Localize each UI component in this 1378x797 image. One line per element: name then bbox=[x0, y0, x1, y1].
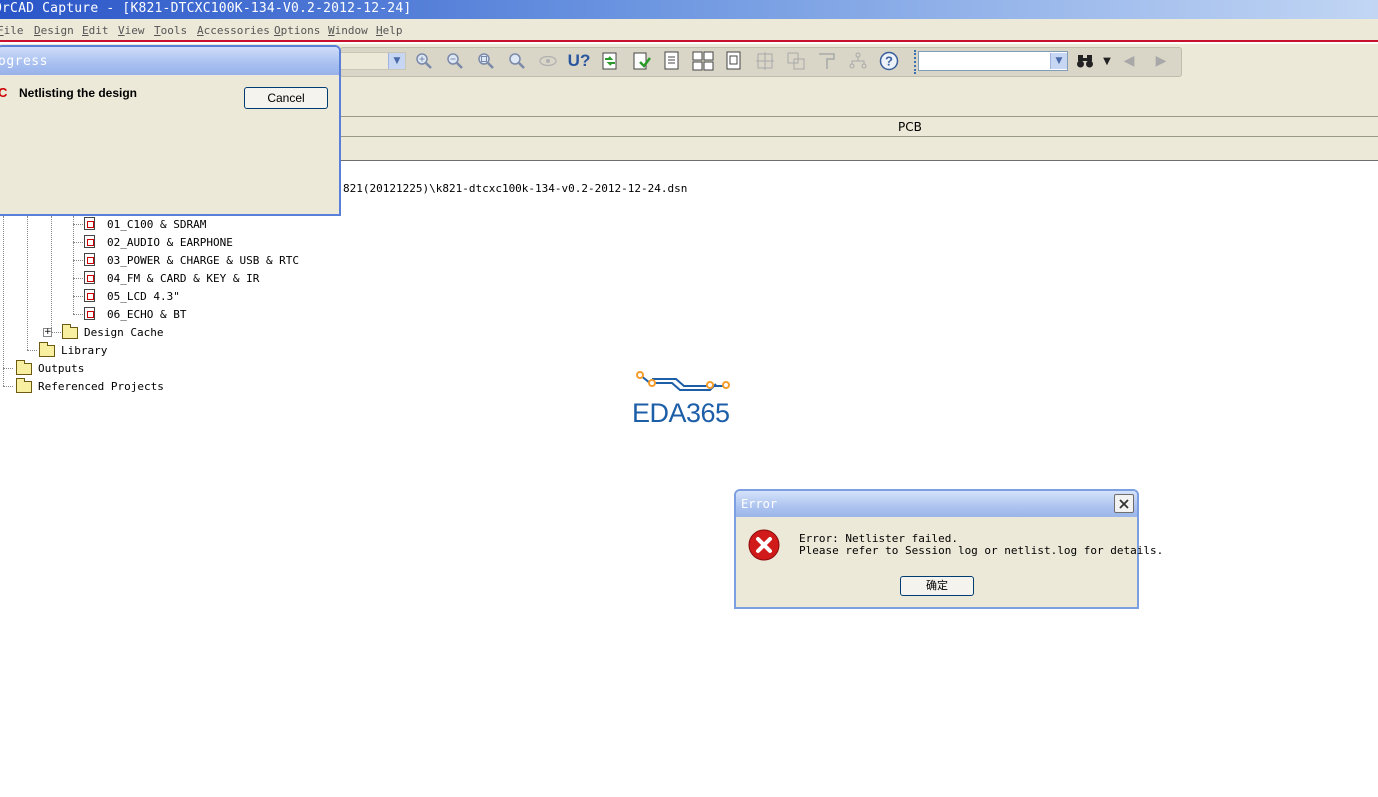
expand-icon[interactable]: + bbox=[43, 328, 52, 337]
tree-referenced-projects[interactable]: Referenced Projects bbox=[38, 380, 164, 393]
error-dialog: Error Error: Netlister failed. Please re… bbox=[734, 489, 1163, 609]
error-title: Error bbox=[741, 497, 778, 511]
chevron-down-icon[interactable]: ▼ bbox=[388, 53, 405, 69]
zoom-out-icon[interactable] bbox=[444, 50, 466, 72]
error-message: Error: Netlister failed. Please refer to… bbox=[799, 533, 1163, 557]
menu-design[interactable]: Design bbox=[34, 24, 74, 37]
svg-text:?: ? bbox=[885, 54, 893, 69]
tree-page-1[interactable]: 01_C100 & SDRAM bbox=[107, 218, 206, 231]
eda365-logo: EDA365 bbox=[632, 370, 744, 430]
zoom-in-icon[interactable] bbox=[413, 50, 435, 72]
tree-page-3[interactable]: 03_POWER & CHARGE & USB & RTC bbox=[107, 254, 299, 267]
design-file-path[interactable]: 821(20121225)\k821-dtcxc100k-134-v0.2-20… bbox=[343, 182, 687, 195]
title-bar: OrCAD Capture - [K821-DTCXC100K-134-V0.2… bbox=[0, 0, 1378, 19]
menu-options[interactable]: Options bbox=[274, 24, 320, 37]
unconnected-pins-icon[interactable]: U? bbox=[568, 50, 591, 72]
progress-message: Netlisting the design bbox=[19, 86, 138, 100]
menu-accessories[interactable]: Accessories bbox=[197, 24, 270, 37]
update-icon[interactable] bbox=[599, 50, 621, 72]
cross-ref-icon[interactable] bbox=[723, 50, 745, 72]
tree-outputs[interactable]: Outputs bbox=[38, 362, 84, 375]
next-icon[interactable]: ▶ bbox=[1150, 50, 1172, 72]
tree-page-6[interactable]: 06_ECHO & BT bbox=[107, 308, 186, 321]
drc-icon[interactable] bbox=[785, 50, 807, 72]
zoom-area-icon[interactable] bbox=[475, 50, 497, 72]
menu-tools[interactable]: Tools bbox=[154, 24, 187, 37]
menu-edit[interactable]: Edit bbox=[82, 24, 109, 37]
tree-page-5[interactable]: 05_LCD 4.3" bbox=[107, 290, 180, 303]
help-icon[interactable]: ? bbox=[878, 50, 900, 72]
error-title-bar[interactable]: Error bbox=[736, 491, 1137, 517]
folder-icon bbox=[16, 360, 32, 375]
tree-page-4[interactable]: 04_FM & CARD & KEY & IR bbox=[107, 272, 259, 285]
binoculars-icon[interactable] bbox=[1074, 50, 1096, 72]
previous-icon[interactable]: ◀ bbox=[1118, 50, 1140, 72]
search-combo[interactable]: ▼ bbox=[918, 51, 1068, 71]
menu-bar: File Design Edit View Tools Accessories … bbox=[0, 19, 1378, 42]
tab-pcb[interactable]: PCB bbox=[898, 120, 922, 134]
bom-icon[interactable] bbox=[692, 50, 714, 72]
window-title: OrCAD Capture - [K821-DTCXC100K-134-V0.2… bbox=[0, 1, 412, 16]
search-options-icon[interactable]: ▼ bbox=[1096, 50, 1118, 72]
chevron-down-icon[interactable]: ▼ bbox=[1050, 53, 1067, 69]
netlist-icon[interactable] bbox=[661, 50, 683, 72]
tree-library[interactable]: Library bbox=[61, 344, 107, 357]
error-icon bbox=[748, 529, 780, 561]
close-icon[interactable] bbox=[1114, 494, 1134, 513]
ok-button[interactable]: 确定 bbox=[900, 576, 974, 596]
tree-page-2[interactable]: 02_AUDIO & EARPHONE bbox=[107, 236, 233, 249]
menu-file[interactable]: File bbox=[0, 24, 24, 37]
zoom-all-icon[interactable] bbox=[506, 50, 528, 72]
progress-title: ogress bbox=[0, 54, 48, 69]
menu-view[interactable]: View bbox=[118, 24, 145, 37]
part-combo[interactable]: ▼ bbox=[340, 52, 406, 70]
folder-icon bbox=[62, 324, 78, 339]
snap-icon[interactable] bbox=[816, 50, 838, 72]
schematic-page-icon bbox=[84, 217, 95, 230]
eye-icon[interactable] bbox=[537, 50, 559, 72]
cancel-button[interactable]: Cancel bbox=[244, 87, 328, 109]
folder-icon bbox=[16, 378, 32, 393]
hierarchy-icon[interactable] bbox=[847, 50, 869, 72]
progress-icon: C bbox=[0, 85, 8, 100]
error-line-2: Please refer to Session log or netlist.l… bbox=[799, 544, 1164, 557]
schematic-page-icon bbox=[84, 289, 95, 302]
progress-title-bar[interactable]: ogress bbox=[0, 47, 339, 75]
logo-text: EDA365 bbox=[632, 398, 730, 428]
schematic-page-icon bbox=[84, 253, 95, 266]
schematic-page-icon bbox=[84, 235, 95, 248]
annotate-icon[interactable] bbox=[630, 50, 652, 72]
folder-icon bbox=[39, 342, 55, 357]
schematic-page-icon bbox=[84, 307, 95, 320]
grid-icon[interactable] bbox=[754, 50, 776, 72]
tree-design-cache[interactable]: Design Cache bbox=[84, 326, 163, 339]
menu-help[interactable]: Help bbox=[376, 24, 403, 37]
menu-window[interactable]: Window bbox=[328, 24, 368, 37]
schematic-page-icon bbox=[84, 271, 95, 284]
progress-dialog: ogress C Netlisting the design Cancel bbox=[0, 45, 341, 216]
